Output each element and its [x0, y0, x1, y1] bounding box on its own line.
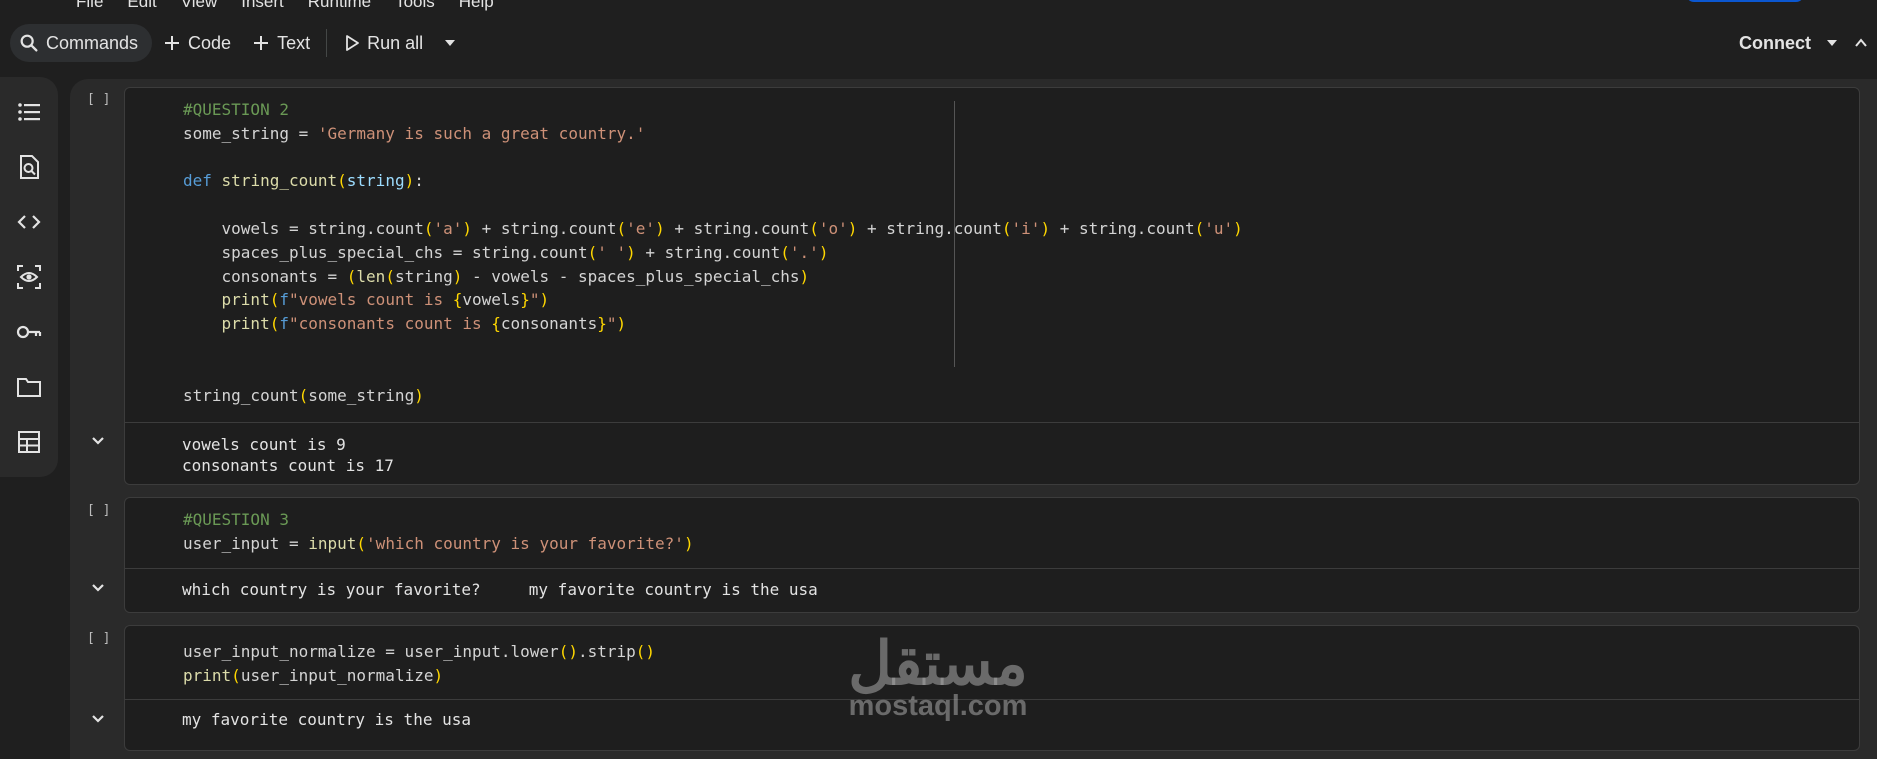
commands-label: Commands: [46, 32, 139, 53]
plus-icon: [162, 33, 182, 53]
cell-run-button[interactable]: [ ]: [87, 503, 110, 518]
data-table-icon[interactable]: [13, 426, 45, 458]
menu-runtime[interactable]: Runtime: [308, 0, 371, 12]
run-all-label: Run all: [367, 32, 424, 53]
code-cell[interactable]: #QUESTION 3 user_input = input('which co…: [92, 497, 1860, 613]
search-icon: [18, 32, 40, 54]
connect-button[interactable]: Connect: [1731, 33, 1819, 54]
chevron-down-icon[interactable]: [89, 579, 107, 597]
add-code-label: Code: [188, 32, 232, 53]
output-line: consonants count is 17: [182, 456, 394, 475]
files-folder-icon[interactable]: [13, 371, 45, 403]
cell-output: which country is your favorite? my favor…: [182, 580, 818, 599]
connect-options-dropdown[interactable]: [1819, 24, 1845, 62]
code-cell[interactable]: #QUESTION 2 some_string = 'Germany is su…: [92, 87, 1860, 485]
code-snippets-icon[interactable]: [13, 206, 45, 238]
output-divider: [125, 568, 1859, 569]
output-line: vowels count is 9: [182, 435, 346, 454]
watermark-latin: mostaql.com: [848, 690, 1028, 722]
play-icon: [343, 34, 361, 52]
variables-inspector-icon[interactable]: [13, 261, 45, 293]
output-divider: [125, 422, 1859, 423]
cell-output: my favorite country is the usa: [182, 710, 471, 729]
caret-down-icon: [443, 36, 457, 50]
menu-insert[interactable]: Insert: [241, 0, 284, 12]
find-icon[interactable]: [13, 151, 45, 183]
code-editor[interactable]: #QUESTION 3 user_input = input('which co…: [183, 508, 694, 556]
run-options-dropdown[interactable]: [433, 24, 467, 62]
add-text-label: Text: [277, 32, 311, 53]
share-button[interactable]: [1686, 0, 1804, 2]
cell-output: vowels count is 9 consonants count is 17: [182, 434, 394, 476]
toolbar-divider: [326, 29, 328, 57]
table-of-contents-icon[interactable]: [13, 96, 45, 128]
toolbar: Commands Code Text Run all Connect: [0, 17, 1877, 69]
cell-run-button[interactable]: [ ]: [87, 92, 110, 107]
secrets-key-icon[interactable]: [13, 316, 45, 348]
menu-bar: File Edit View Insert Runtime Tools Help: [0, 0, 1877, 17]
chevron-down-icon[interactable]: [89, 710, 107, 728]
run-all-button[interactable]: Run all: [333, 24, 433, 62]
caret-down-icon: [1825, 36, 1839, 50]
mostaql-watermark: مستقل mostaql.com: [838, 634, 1038, 723]
chevron-down-icon[interactable]: [89, 432, 107, 450]
cell-run-button[interactable]: [ ]: [87, 631, 110, 646]
menu-tools[interactable]: Tools: [395, 0, 435, 12]
chevron-up-icon: [1853, 35, 1869, 51]
plus-icon: [251, 33, 271, 53]
add-text-button[interactable]: Text: [241, 24, 320, 62]
code-editor[interactable]: #QUESTION 2 some_string = 'Germany is su…: [183, 98, 1243, 407]
collapse-toolbar-button[interactable]: [1845, 24, 1877, 62]
add-code-button[interactable]: Code: [152, 24, 241, 62]
sidebar: [0, 77, 58, 477]
watermark-arabic: مستقل: [848, 630, 1028, 697]
menu-file[interactable]: File: [76, 0, 103, 12]
commands-button[interactable]: Commands: [10, 24, 153, 62]
menu-edit[interactable]: Edit: [127, 0, 156, 12]
code-editor[interactable]: user_input_normalize = user_input.lower(…: [183, 640, 655, 688]
menu-view[interactable]: View: [181, 0, 218, 12]
menu-help[interactable]: Help: [459, 0, 494, 12]
